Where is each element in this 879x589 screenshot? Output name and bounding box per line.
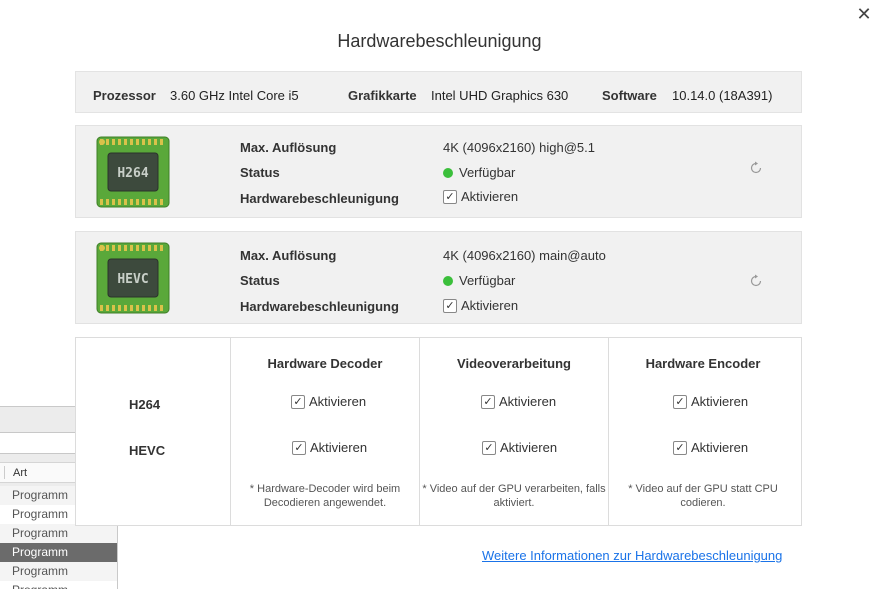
list-item[interactable]: Programm <box>0 562 117 581</box>
checkbox-checked-icon[interactable]: ✓ <box>481 394 495 409</box>
checkbox-label[interactable]: Aktivieren <box>309 394 366 409</box>
row-label-hevc: HEVC <box>129 443 166 458</box>
chip-icon: HEVC <box>96 242 170 314</box>
dialog-title: Hardwarebeschleunigung <box>337 31 542 51</box>
max-resolution-value: 4K (4096x2160) main@auto <box>443 248 606 263</box>
column-header-hardware-decoder: Hardware Decoder <box>267 356 383 371</box>
hevc-processing-checkbox[interactable]: ✓ Aktivieren <box>482 440 557 455</box>
hw-accel-checkbox[interactable]: ✓ Aktivieren <box>443 189 518 204</box>
checkbox-checked-icon[interactable]: ✓ <box>292 440 306 455</box>
column-header-hardware-encoder: Hardware Encoder <box>645 356 761 371</box>
note-videoverarbeitung: * Video auf der GPU verarbeiten, falls a… <box>422 483 606 509</box>
column-header-art[interactable]: Art <box>13 467 27 479</box>
status-ok-dot-icon <box>443 167 453 178</box>
row-label-h264: H264 <box>129 397 161 412</box>
checkbox-checked-icon[interactable]: ✓ <box>673 394 687 409</box>
h264-decoder-checkbox[interactable]: ✓ Aktivieren <box>291 394 366 409</box>
list-item[interactable]: Programm <box>0 581 117 589</box>
note-hardware-encoder: * Video auf der GPU statt CPU codieren. <box>628 483 778 509</box>
max-resolution-value: 4K (4096x2160) high@5.1 <box>443 140 595 155</box>
acceleration-matrix: Hardware Decoder Videoverarbeitung Hardw… <box>75 337 802 526</box>
checkbox-checked-icon[interactable]: ✓ <box>443 189 457 204</box>
chip-label: HEVC <box>117 272 148 287</box>
hw-accel-label: Hardwarebeschleunigung <box>240 299 399 314</box>
checkbox-label[interactable]: Aktivieren <box>310 440 367 455</box>
checkbox-label[interactable]: Aktivieren <box>691 394 748 409</box>
refresh-icon[interactable] <box>749 161 763 175</box>
h264-encoder-checkbox[interactable]: ✓ Aktivieren <box>673 394 748 409</box>
checkbox-checked-icon[interactable]: ✓ <box>673 440 687 455</box>
status-label: Status <box>240 273 280 288</box>
software-label: Software <box>602 88 657 103</box>
checkbox-label[interactable]: Aktivieren <box>461 189 518 204</box>
chip-label: H264 <box>117 166 148 181</box>
hevc-decoder-checkbox[interactable]: ✓ Aktivieren <box>292 440 367 455</box>
system-info-bar: Prozessor 3.60 GHz Intel Core i5 Grafikk… <box>75 71 802 113</box>
hw-accel-label: Hardwarebeschleunigung <box>240 191 399 206</box>
processor-label: Prozessor <box>93 88 156 103</box>
hevc-encoder-checkbox[interactable]: ✓ Aktivieren <box>673 440 748 455</box>
refresh-icon[interactable] <box>749 274 763 288</box>
note-hardware-decoder: * Hardware-Decoder wird beim Decodieren … <box>249 483 401 509</box>
status-text: Verfügbar <box>459 273 516 288</box>
codec-card-hevc: HEVC Max. Auflösung 4K (4096x2160) main@… <box>75 231 802 324</box>
checkbox-label[interactable]: Aktivieren <box>461 298 518 313</box>
list-item[interactable]: Programm <box>0 524 117 543</box>
status-ok-dot-icon <box>443 275 453 286</box>
more-info-link[interactable]: Weitere Informationen zur Hardwarebeschl… <box>482 548 782 563</box>
list-item-selected[interactable]: Programm <box>0 543 117 562</box>
hw-accel-checkbox[interactable]: ✓ Aktivieren <box>443 298 518 313</box>
checkbox-label[interactable]: Aktivieren <box>499 394 556 409</box>
h264-processing-checkbox[interactable]: ✓ Aktivieren <box>481 394 556 409</box>
gpu-label: Grafikkarte <box>348 88 417 103</box>
checkbox-checked-icon[interactable]: ✓ <box>482 440 496 455</box>
checkbox-label[interactable]: Aktivieren <box>500 440 557 455</box>
close-icon[interactable]: ✕ <box>855 5 873 23</box>
codec-card-h264: H264 Max. Auflösung 4K (4096x2160) high@… <box>75 125 802 218</box>
checkbox-checked-icon[interactable]: ✓ <box>291 394 305 409</box>
status-value: Verfügbar <box>443 165 515 180</box>
status-value: Verfügbar <box>443 273 515 288</box>
max-resolution-label: Max. Auflösung <box>240 248 337 263</box>
checkbox-checked-icon[interactable]: ✓ <box>443 298 457 313</box>
gpu-value: Intel UHD Graphics 630 <box>431 88 569 103</box>
checkbox-label[interactable]: Aktivieren <box>691 440 748 455</box>
status-text: Verfügbar <box>459 165 516 180</box>
chip-icon: H264 <box>96 136 170 208</box>
max-resolution-label: Max. Auflösung <box>240 140 337 155</box>
software-value: 10.14.0 (18A391) <box>672 88 773 103</box>
processor-value: 3.60 GHz Intel Core i5 <box>170 88 299 103</box>
column-header-videoverarbeitung: Videoverarbeitung <box>457 356 571 371</box>
status-label: Status <box>240 165 280 180</box>
